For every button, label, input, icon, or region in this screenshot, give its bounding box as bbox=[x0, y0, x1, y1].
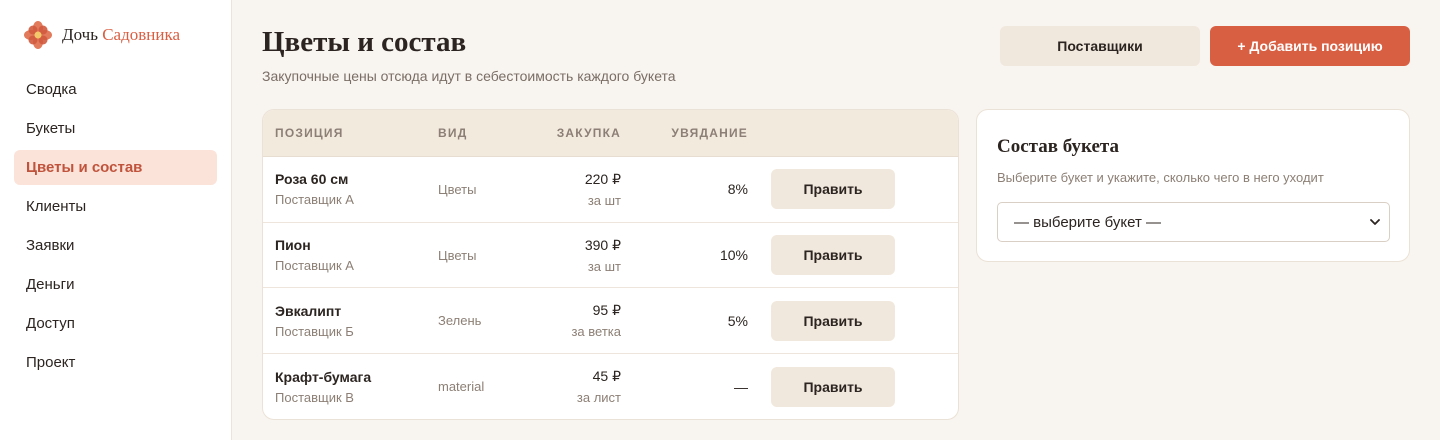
sidebar-item-bouquets[interactable]: Букеты bbox=[14, 111, 217, 146]
item-name: Роза 60 см bbox=[275, 171, 349, 188]
item-name: Пион bbox=[275, 237, 311, 254]
page-subtitle: Закупочные цены отсюда идут в себестоимо… bbox=[262, 68, 676, 84]
edit-button[interactable]: Править bbox=[771, 235, 895, 276]
item-kind: material bbox=[438, 379, 485, 395]
bouquet-select[interactable]: — выберите букет — bbox=[997, 202, 1390, 242]
table-header: ПОЗИЦИЯ ВИД ЗАКУПКА УВЯДАНИЕ bbox=[263, 110, 958, 157]
table-row: Эвкалипт Поставщик Б Зелень 95 ₽ за ветк… bbox=[263, 288, 958, 355]
column-header-kind: ВИД bbox=[438, 126, 468, 140]
item-wilt: — bbox=[734, 378, 748, 395]
column-header-purchase: ЗАКУПКА bbox=[556, 126, 621, 140]
item-name: Крафт-бумага bbox=[275, 368, 372, 385]
bouquet-select-value: — выберите букет — bbox=[1014, 213, 1161, 231]
brand-name: Дочь Садовника bbox=[62, 25, 180, 45]
add-item-button[interactable]: + Добавить позицию bbox=[1210, 26, 1410, 66]
sidebar-item-project[interactable]: Проект bbox=[14, 345, 217, 380]
sidebar-item-access[interactable]: Доступ bbox=[14, 306, 217, 341]
items-table: ПОЗИЦИЯ ВИД ЗАКУПКА УВЯДАНИЕ Роза 60 см … bbox=[262, 109, 959, 420]
sidebar-nav: Сводка Букеты Цветы и состав Клиенты Зая… bbox=[14, 72, 217, 384]
item-unit: за шт bbox=[587, 258, 621, 274]
item-supplier: Поставщик Б bbox=[275, 323, 354, 339]
item-kind: Цветы bbox=[438, 247, 477, 263]
table-row: Крафт-бумага Поставщик В material 45 ₽ з… bbox=[263, 354, 958, 419]
flower-icon bbox=[24, 21, 52, 49]
brand-name-part2: Садовника bbox=[102, 25, 181, 44]
sidebar: Дочь Садовника Сводка Букеты Цветы и сос… bbox=[0, 0, 232, 440]
item-wilt: 8% bbox=[727, 181, 748, 198]
edit-button[interactable]: Править bbox=[771, 366, 895, 407]
item-wilt: 10% bbox=[719, 247, 748, 264]
bouquet-composition-card: Состав букета Выберите букет и укажите, … bbox=[976, 109, 1410, 262]
item-kind: Цветы bbox=[438, 181, 477, 197]
sidebar-item-money[interactable]: Деньги bbox=[14, 267, 217, 302]
sidebar-item-summary[interactable]: Сводка bbox=[14, 72, 217, 107]
item-supplier: Поставщик В bbox=[275, 389, 354, 405]
sidebar-item-flowers[interactable]: Цветы и состав bbox=[14, 150, 217, 185]
item-price: 220 ₽ bbox=[584, 170, 621, 187]
brand-name-part1: Дочь bbox=[62, 25, 98, 44]
item-wilt: 5% bbox=[727, 312, 748, 329]
item-supplier: Поставщик А bbox=[275, 258, 354, 274]
item-price: 95 ₽ bbox=[592, 302, 621, 319]
item-unit: за лист bbox=[576, 390, 621, 406]
suppliers-button[interactable]: Поставщики bbox=[1000, 26, 1200, 66]
item-unit: за ветка bbox=[571, 324, 621, 340]
column-header-position: ПОЗИЦИЯ bbox=[275, 126, 344, 140]
item-supplier: Поставщик А bbox=[275, 192, 354, 208]
page-title: Цветы и состав bbox=[262, 26, 467, 58]
item-unit: за шт bbox=[587, 192, 621, 208]
composition-hint: Выберите букет и укажите, сколько чего в… bbox=[997, 170, 1324, 185]
chevron-down-icon bbox=[1370, 219, 1380, 225]
table-row: Роза 60 см Поставщик А Цветы 220 ₽ за шт… bbox=[263, 157, 958, 223]
main-content: Цветы и состав Закупочные цены отсюда ид… bbox=[232, 0, 1440, 440]
item-kind: Зелень bbox=[438, 313, 482, 329]
sidebar-item-clients[interactable]: Клиенты bbox=[14, 189, 217, 224]
sidebar-item-orders[interactable]: Заявки bbox=[14, 228, 217, 263]
composition-title: Состав букета bbox=[997, 136, 1119, 157]
table-row: Пион Поставщик А Цветы 390 ₽ за шт 10% П… bbox=[263, 223, 958, 289]
item-price: 45 ₽ bbox=[592, 368, 621, 385]
edit-button[interactable]: Править bbox=[771, 169, 895, 210]
column-header-wilt: УВЯДАНИЕ bbox=[671, 126, 748, 140]
item-price: 390 ₽ bbox=[584, 236, 621, 253]
item-name: Эвкалипт bbox=[275, 302, 342, 319]
edit-button[interactable]: Править bbox=[771, 300, 895, 341]
brand-logo[interactable]: Дочь Садовника bbox=[24, 20, 180, 50]
